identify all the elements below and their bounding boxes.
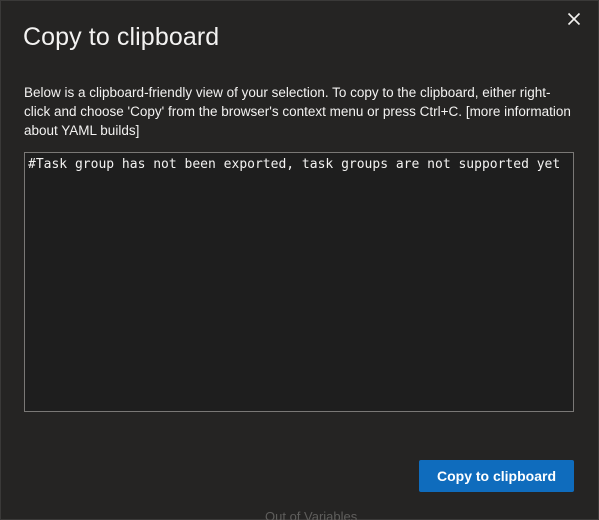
background-partial-text: Out of Variables [265, 509, 358, 520]
close-icon [567, 12, 581, 26]
close-button[interactable] [562, 7, 586, 31]
dialog-description: Below is a clipboard-friendly view of yo… [24, 83, 576, 140]
copy-to-clipboard-dialog: Copy to clipboard Below is a clipboard-f… [0, 0, 599, 520]
yaml-text-area[interactable]: #Task group has not been exported, task … [24, 152, 574, 412]
copy-to-clipboard-button[interactable]: Copy to clipboard [419, 460, 574, 492]
dialog-title: Copy to clipboard [23, 23, 220, 51]
